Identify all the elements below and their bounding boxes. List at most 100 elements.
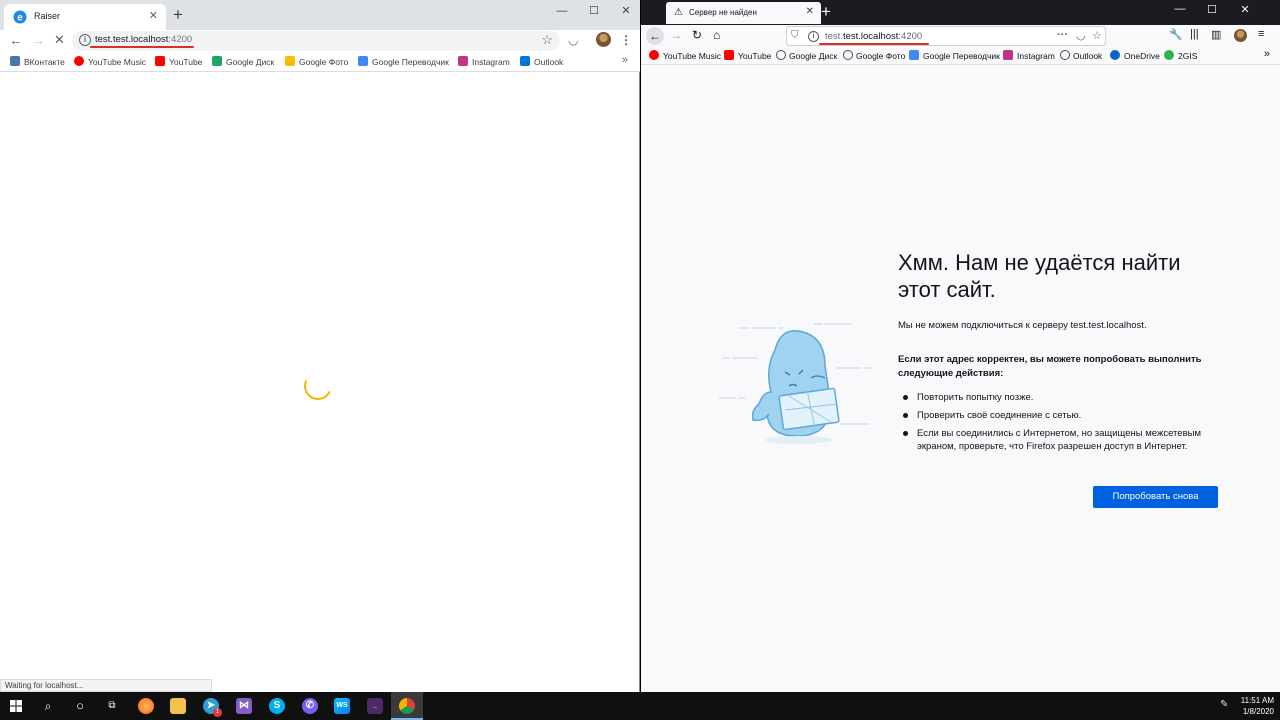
avatar[interactable]	[1234, 29, 1247, 42]
url-text[interactable]: test.test.localhost:4200	[825, 31, 922, 42]
new-tab-button[interactable]: +	[821, 3, 831, 20]
taskbar-webstorm[interactable]: WS	[326, 692, 358, 720]
error-title: Хмм. Нам не удаётся найти этот сайт.	[898, 250, 1181, 302]
address-bar[interactable]: i test.test.localhost:4200 ☆	[72, 31, 560, 51]
shield-icon[interactable]: ⛉	[791, 30, 799, 41]
pocket-icon[interactable]: ◡	[1076, 29, 1086, 42]
reload-button[interactable]: ↻	[692, 28, 702, 43]
edge-e-icon: e	[13, 10, 27, 24]
bookmarks-overflow-button[interactable]: »	[622, 54, 628, 66]
bookmark-youtube[interactable]: YouTube	[724, 50, 771, 61]
bookmark-google-translate[interactable]: Google Переводчик	[358, 56, 449, 67]
back-button[interactable]: ←	[646, 27, 664, 45]
bookmark-google-drive[interactable]: Google Диск	[212, 56, 274, 67]
error-advice-heading: Если этот адрес корректен, вы можете поп…	[898, 354, 1202, 379]
chrome-tab-raiser[interactable]: e Raiser ✕	[4, 4, 166, 30]
maximize-button[interactable]: ☐	[1199, 3, 1225, 16]
bookmark-youtube[interactable]: YouTube	[155, 56, 202, 67]
taskbar-viber[interactable]: ✆	[294, 692, 326, 720]
globe-icon	[1060, 50, 1070, 60]
task-view-button[interactable]: ⧉	[96, 692, 128, 720]
star-icon[interactable]: ☆	[1092, 29, 1102, 42]
viber-icon: ✆	[302, 698, 318, 714]
bookmark-onedrive[interactable]: OneDrive	[1110, 50, 1160, 61]
taskbar-file-explorer[interactable]	[162, 692, 194, 720]
wrench-icon[interactable]: 🔧	[1169, 28, 1183, 41]
bookmark-instagram[interactable]: Instagram	[458, 56, 510, 67]
start-button[interactable]	[0, 692, 32, 720]
taskbar-terminal[interactable]: _	[359, 692, 391, 720]
taskbar-skype[interactable]: S	[261, 692, 293, 720]
back-button[interactable]: ←	[9, 32, 23, 48]
taskbar-visual-studio[interactable]: ⋈	[228, 692, 260, 720]
taskbar-chrome[interactable]	[391, 692, 423, 720]
info-icon[interactable]: i	[79, 34, 91, 46]
globe-icon	[776, 50, 786, 60]
hamburger-menu-icon[interactable]: ≡	[1258, 28, 1264, 40]
close-icon[interactable]: ✕	[149, 9, 158, 22]
warning-icon: ⚠	[674, 7, 683, 18]
taskbar-telegram[interactable]: ➤ 1	[195, 692, 227, 720]
chrome-window: e Raiser ✕ + — ☐ ✕ ← → ✕ i test.test.loc…	[0, 0, 640, 692]
minimize-button[interactable]: —	[1167, 3, 1193, 15]
chrome-tab-strip: e Raiser ✕ + — ☐ ✕	[0, 0, 640, 30]
firefox-window: ⚠ Сервер не найден ✕ + — ☐ ✕ ← → ↻ ⌂ ⛉ i…	[641, 0, 1280, 692]
close-icon[interactable]: ✕	[806, 6, 814, 17]
onedrive-icon	[1110, 50, 1120, 60]
folder-icon	[170, 698, 186, 714]
bookmark-youtube-music[interactable]: YouTube Music	[649, 50, 721, 61]
webstorm-icon: WS	[334, 698, 350, 714]
try-again-button[interactable]: Попробовать снова	[1093, 486, 1218, 508]
forward-button[interactable]: →	[31, 32, 45, 48]
bookmark-google-photos[interactable]: Google Фото	[285, 56, 348, 67]
search-button[interactable]: ⌕	[32, 692, 64, 720]
terminal-icon: _	[367, 698, 383, 714]
minimize-button[interactable]: —	[548, 2, 576, 22]
bookmark-vkontakte[interactable]: ВКонтакте	[10, 56, 65, 67]
avatar[interactable]	[596, 32, 611, 47]
youtube-music-icon	[649, 50, 659, 60]
page-actions-icon[interactable]: ···	[1057, 29, 1068, 41]
pocket-icon[interactable]: ◡	[568, 33, 578, 47]
instagram-icon	[1003, 50, 1013, 60]
google-photos-icon	[285, 56, 295, 66]
home-button[interactable]: ⌂	[713, 28, 720, 43]
bookmark-instagram[interactable]: Instagram	[1003, 50, 1055, 61]
list-item: Если вы соединились с Интернетом, но защ…	[898, 427, 1238, 453]
google-translate-icon	[358, 56, 368, 66]
taskbar-firefox[interactable]	[130, 692, 162, 720]
url-text[interactable]: test.test.localhost:4200	[95, 34, 192, 45]
url-annotation-underline	[90, 46, 194, 48]
stop-loading-button[interactable]: ✕	[54, 32, 65, 48]
bookmarks-overflow-button[interactable]: »	[1264, 48, 1270, 60]
bookmark-outlook[interactable]: Outlook	[520, 56, 563, 67]
close-window-button[interactable]: ✕	[612, 2, 640, 22]
task-view-icon: ⧉	[108, 700, 116, 711]
firefox-tab-server-not-found[interactable]: ⚠ Сервер не найден ✕	[666, 2, 821, 24]
bookmark-google-translate[interactable]: Google Переводчик	[909, 50, 1000, 61]
url-annotation-underline	[819, 43, 929, 45]
library-icon[interactable]: |||	[1190, 28, 1199, 40]
firefox-error-page: Хмм. Нам не удаётся найти этот сайт. Мы …	[641, 66, 1280, 692]
forward-button[interactable]: →	[670, 28, 682, 43]
bookmark-2gis[interactable]: 2GIS	[1164, 50, 1197, 61]
pen-icon[interactable]: ✎	[1220, 699, 1228, 710]
new-tab-button[interactable]: +	[173, 6, 183, 24]
clock-date: 1/8/2020	[1242, 707, 1274, 716]
youtube-icon	[724, 50, 734, 60]
menu-dots-icon[interactable]: ⋮	[620, 33, 632, 47]
bookmark-youtube-music[interactable]: YouTube Music	[74, 56, 146, 67]
bookmark-outlook[interactable]: Outlook	[1060, 50, 1102, 61]
close-window-button[interactable]: ✕	[1232, 3, 1258, 16]
maximize-button[interactable]: ☐	[580, 2, 608, 22]
outlook-icon	[520, 56, 530, 66]
star-icon[interactable]: ☆	[541, 32, 553, 48]
sidebar-icon[interactable]: ▥	[1211, 28, 1221, 41]
bookmark-google-photos[interactable]: Google Фото	[843, 50, 905, 61]
instagram-icon	[458, 56, 468, 66]
system-clock[interactable]: 11:51 AM 1/8/2020	[1241, 695, 1274, 717]
bookmark-google-drive[interactable]: Google Диск	[776, 50, 837, 61]
cortana-button[interactable]: ○	[64, 692, 96, 720]
address-bar[interactable]: ⛉ i test.test.localhost:4200 ··· ◡ ☆	[786, 26, 1106, 46]
info-icon[interactable]: i	[808, 31, 819, 42]
